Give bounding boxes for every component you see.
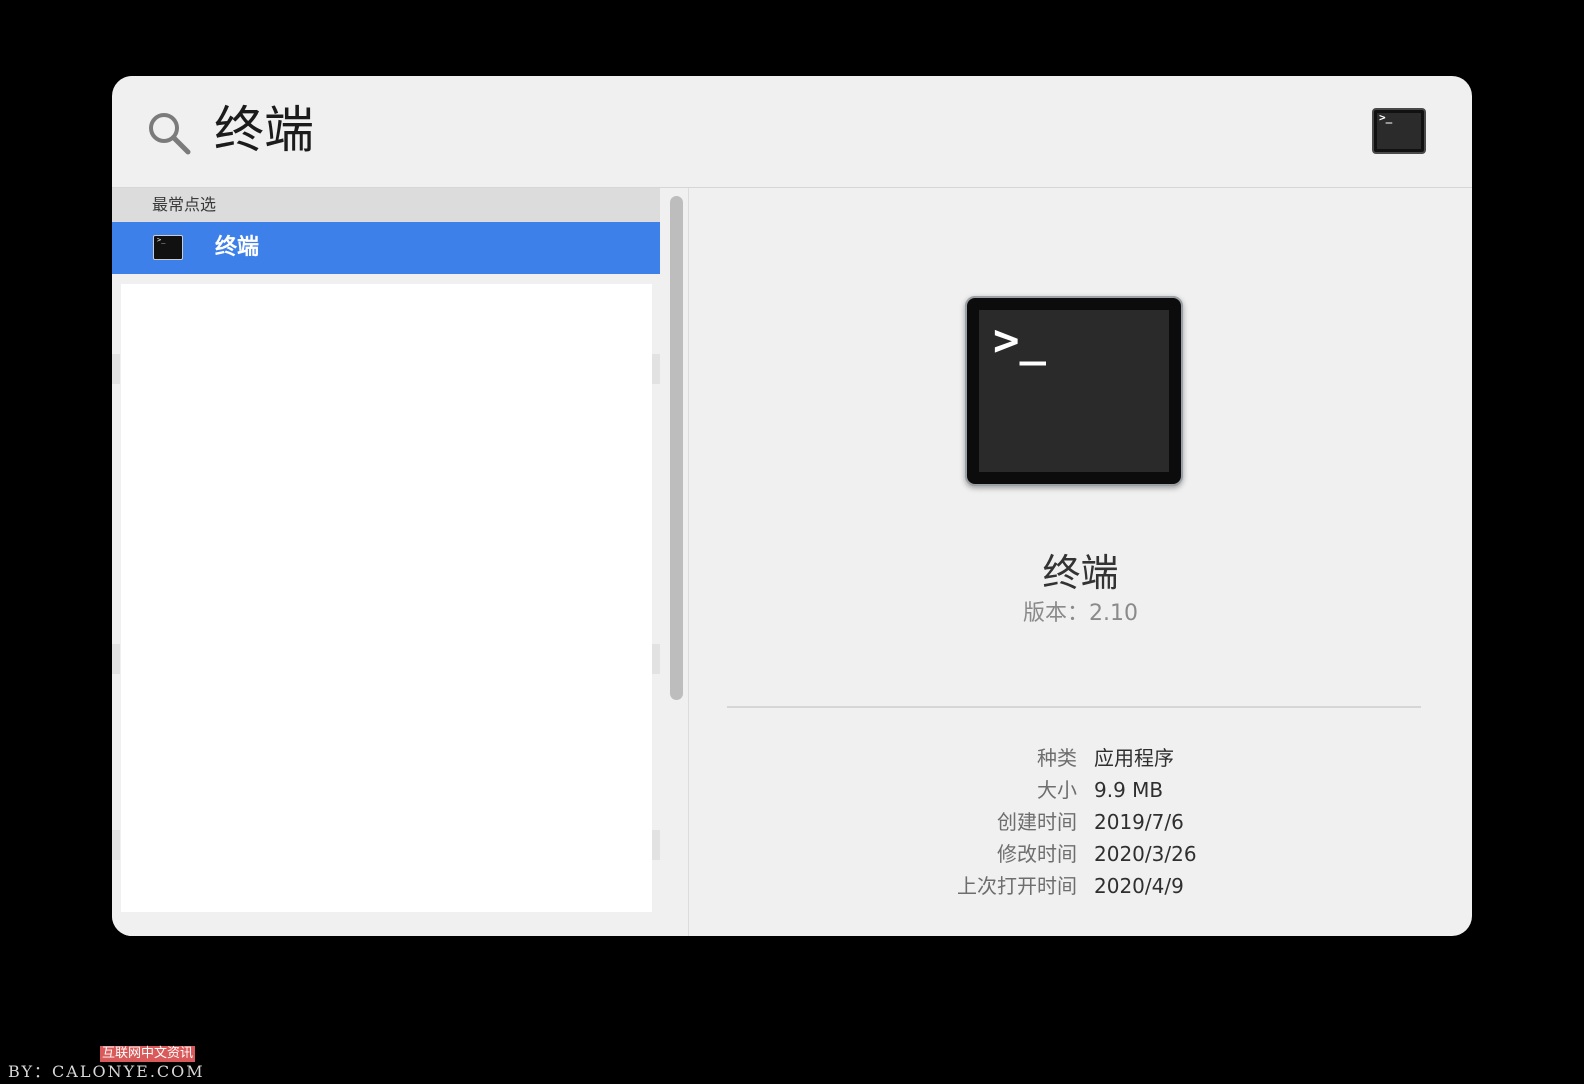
row-edge-strip: [652, 830, 660, 860]
result-item-label: 终端: [215, 235, 260, 260]
info-row-last-opened: 上次打开时间 2020/4/9: [689, 870, 1472, 902]
app-version: 版本：2.10: [1023, 601, 1138, 626]
results-list: 最常点选 >_ 终端: [112, 188, 660, 936]
info-value: 应用程序: [1094, 746, 1174, 770]
search-input[interactable]: 终端: [214, 98, 314, 162]
preview-divider: [727, 706, 1421, 708]
search-bar[interactable]: 终端 >_: [112, 76, 1472, 188]
watermark-badge: 互联网中文资讯: [100, 1046, 196, 1062]
result-item-terminal[interactable]: >_ 终端: [112, 222, 660, 274]
info-label: 修改时间: [997, 842, 1077, 866]
prompt-glyph: >_: [1379, 111, 1393, 124]
info-label: 上次打开时间: [957, 874, 1077, 898]
row-edge-strip: [112, 644, 120, 674]
info-label: 种类: [1037, 746, 1077, 770]
section-header: 最常点选: [112, 188, 660, 222]
terminal-icon: >_: [965, 296, 1183, 486]
info-value: 2020/3/26: [1094, 842, 1197, 866]
info-row-size: 大小 9.9 MB: [689, 774, 1472, 806]
info-value: 9.9 MB: [1094, 778, 1164, 802]
row-edge-strip: [652, 644, 660, 674]
info-value: 2020/4/9: [1094, 874, 1184, 898]
info-row-created: 创建时间 2019/7/6: [689, 806, 1472, 838]
prompt-glyph: >_: [157, 236, 166, 244]
info-label: 创建时间: [997, 810, 1077, 834]
prompt-glyph: >_: [993, 315, 1046, 366]
info-value: 2019/7/6: [1094, 810, 1184, 834]
results-scrollbar[interactable]: [668, 196, 684, 700]
terminal-icon: >_: [1372, 108, 1426, 154]
watermark-text: BY：CALONYE.COM: [8, 1062, 205, 1081]
redacted-results-overlay: [121, 284, 652, 912]
preview-pane: >_ 终端 版本：2.10 种类 应用程序 大小 9.9 MB 创建时间 201…: [689, 188, 1472, 936]
row-edge-strip: [112, 354, 120, 384]
info-row-kind: 种类 应用程序: [689, 742, 1472, 774]
app-name: 终端: [1042, 551, 1119, 595]
info-row-modified: 修改时间 2020/3/26: [689, 838, 1472, 870]
spotlight-window: 终端 >_ 最常点选 >_ 终端 >_ 终端 版本：2.10 种类 应用程序 大…: [112, 76, 1472, 936]
search-icon: [149, 113, 191, 155]
scrollbar-thumb[interactable]: [670, 196, 683, 700]
info-label: 大小: [1037, 778, 1077, 802]
row-edge-strip: [112, 830, 120, 860]
row-edge-strip: [652, 354, 660, 384]
terminal-icon: >_: [153, 235, 183, 260]
